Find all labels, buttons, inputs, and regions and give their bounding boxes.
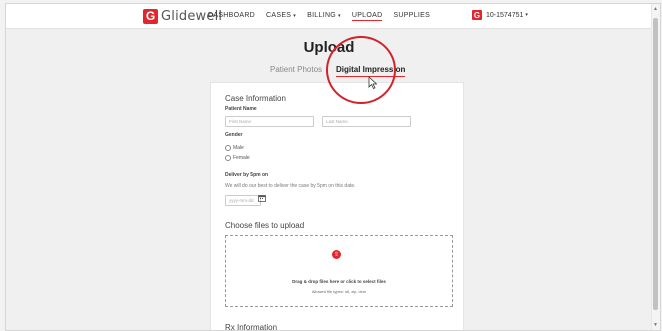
calendar-icon[interactable]: [258, 194, 266, 203]
account-logo-icon: G: [472, 10, 482, 20]
nav-supplies[interactable]: SUPPLIES: [393, 12, 430, 21]
nav-cases[interactable]: CASES ▾: [266, 12, 296, 21]
vertical-scrollbar[interactable]: ▲ ▼: [651, 4, 660, 330]
upload-form-card: Case Information Patient Name First Name…: [210, 82, 464, 331]
patient-name-label: Patient Name: [225, 106, 257, 112]
logo-mark-icon: G: [143, 8, 158, 24]
deliver-note: We will do our best to deliver the case …: [225, 183, 356, 189]
gender-female-radio[interactable]: Female: [225, 155, 250, 161]
radio-icon: [225, 145, 231, 151]
scroll-up-icon[interactable]: ▲: [653, 6, 658, 12]
gender-male-radio[interactable]: Male: [225, 145, 244, 151]
chevron-down-icon: ▾: [338, 13, 341, 19]
deliver-by-label: Deliver by 5pm on: [225, 172, 269, 178]
upload-icon: ⇧: [332, 250, 341, 259]
tab-patient-photos[interactable]: Patient Photos: [270, 65, 322, 74]
radio-icon: [225, 155, 231, 161]
main-nav: DASHBOARD CASES ▾ BILLING ▾ UPLOAD SUPPLIE…: [208, 12, 441, 21]
nav-cases-label: CASES: [266, 12, 292, 19]
first-name-input[interactable]: First Name: [225, 116, 314, 127]
account-id: 10-1574751: [486, 11, 524, 19]
scroll-down-icon[interactable]: ▼: [653, 322, 658, 328]
gender-male-label: Male: [233, 145, 244, 151]
scrollbar-thumb[interactable]: [653, 18, 658, 310]
nav-upload[interactable]: UPLOAD: [351, 12, 383, 21]
gender-label: Gender: [225, 132, 243, 138]
mouse-pointer-icon: [368, 76, 378, 94]
browser-viewport: G Glidewell DASHBOARD CASES ▾ BILLING ▾ UP…: [5, 3, 661, 331]
gender-female-label: Female: [233, 155, 250, 161]
file-dropzone[interactable]: ⇧ Drag & drop files here or click to sel…: [225, 235, 453, 307]
nav-billing-label: BILLING: [307, 12, 337, 19]
deliver-date-input[interactable]: yyyy-mm-dd: [225, 195, 261, 206]
top-navigation: G Glidewell DASHBOARD CASES ▾ BILLING ▾ UP…: [6, 4, 652, 29]
highlight-circle: [326, 36, 396, 104]
account-menu[interactable]: G 10-1574751 ▾: [472, 10, 528, 20]
nav-billing[interactable]: BILLING ▾: [307, 12, 341, 21]
dropzone-instructions: Drag & drop files here or click to selec…: [292, 279, 386, 284]
allowed-file-types: Allowed file types: stl, zip, dcm: [311, 289, 367, 294]
nav-dashboard[interactable]: DASHBOARD: [208, 12, 255, 21]
choose-files-heading: Choose files to upload: [225, 221, 305, 230]
last-name-input[interactable]: Last Name: [322, 116, 411, 127]
case-information-heading: Case Information: [225, 94, 286, 103]
rx-information-heading: Rx Information: [225, 323, 278, 331]
chevron-down-icon: ▾: [293, 13, 297, 19]
chevron-down-icon: ▾: [525, 12, 528, 18]
